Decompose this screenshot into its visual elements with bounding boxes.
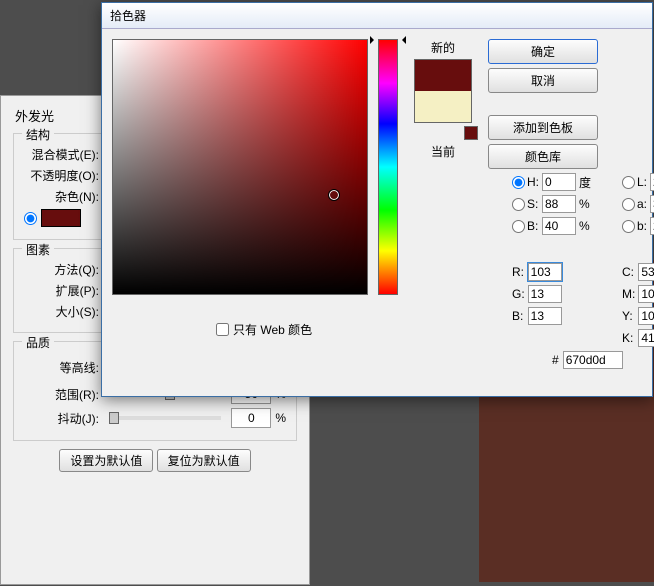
new-label: 新的	[431, 39, 455, 56]
b-input[interactable]	[542, 217, 576, 235]
deg-label: 度	[579, 174, 591, 191]
jitter-pct: %	[275, 411, 286, 425]
hue-arrow-icon	[372, 36, 404, 44]
reset-default-button[interactable]: 复位为默认值	[157, 449, 251, 472]
lab-b-radio[interactable]: b:	[622, 219, 647, 233]
jitter-input[interactable]	[231, 408, 271, 428]
color-lib-button[interactable]: 颜色库	[488, 144, 598, 169]
opacity-label: 不透明度(O):	[24, 167, 99, 184]
m-input[interactable]	[638, 285, 654, 303]
current-color-swatch	[415, 91, 471, 122]
web-only-label: 只有 Web 颜色	[233, 321, 312, 338]
hue-slider[interactable]	[378, 39, 398, 295]
b-radio[interactable]: B:	[512, 219, 539, 233]
y-input[interactable]	[638, 307, 654, 325]
add-swatch-button[interactable]: 添加到色板	[488, 115, 598, 140]
rgb-b-input[interactable]	[528, 307, 562, 325]
m-label: M:	[622, 287, 635, 301]
color-picker-dialog: 拾色器 新的 当前 确定 取消 添加到色板 颜色库 只有 Web 颜色 H: 度	[101, 2, 653, 397]
jitter-slider[interactable]	[109, 416, 221, 420]
k-label: K:	[622, 331, 635, 345]
g-input[interactable]	[528, 285, 562, 303]
contour-label: 等高线:	[24, 359, 99, 376]
noise-label: 杂色(N):	[24, 188, 99, 205]
group-title-quality: 品质	[22, 334, 54, 351]
dialog-title: 拾色器	[102, 3, 652, 29]
method-label: 方法(Q):	[24, 261, 99, 278]
new-color-swatch	[415, 60, 471, 91]
color-swatch[interactable]	[41, 209, 81, 227]
y-label: Y:	[622, 309, 635, 323]
r-input[interactable]	[528, 263, 562, 281]
c-input[interactable]	[638, 263, 654, 281]
websafe-swatch[interactable]	[464, 126, 478, 140]
h-input[interactable]	[542, 173, 576, 191]
s-input[interactable]	[542, 195, 576, 213]
a-radio[interactable]: a:	[622, 197, 647, 211]
l-input[interactable]	[650, 173, 654, 191]
group-title-structure: 结构	[22, 126, 54, 143]
pct-label: %	[579, 197, 591, 211]
s-radio[interactable]: S:	[512, 197, 539, 211]
jitter-label: 抖动(J):	[24, 410, 99, 427]
size-label: 大小(S):	[24, 303, 99, 320]
color-field[interactable]	[112, 39, 368, 295]
hex-label: #	[552, 353, 559, 367]
rgb-b-label: B:	[512, 309, 525, 323]
h-radio[interactable]: H:	[512, 175, 539, 189]
group-title-elements: 图素	[22, 241, 54, 258]
spread-label: 扩展(P):	[24, 282, 99, 299]
lab-b-input[interactable]	[650, 217, 654, 235]
color-radio[interactable]	[24, 212, 37, 225]
range-label: 范围(R):	[24, 386, 99, 403]
ok-button[interactable]: 确定	[488, 39, 598, 64]
hex-input[interactable]	[563, 351, 623, 369]
l-radio[interactable]: L:	[622, 175, 647, 189]
r-label: R:	[512, 265, 525, 279]
picker-cursor-icon	[329, 190, 339, 200]
g-label: G:	[512, 287, 525, 301]
pct-label2: %	[579, 219, 591, 233]
c-label: C:	[622, 265, 635, 279]
a-input[interactable]	[650, 195, 654, 213]
web-only-checkbox[interactable]	[216, 323, 229, 336]
k-input[interactable]	[638, 329, 654, 347]
cancel-button[interactable]: 取消	[488, 68, 598, 93]
color-preview	[414, 59, 472, 123]
set-default-button[interactable]: 设置为默认值	[59, 449, 153, 472]
blend-mode-label: 混合模式(E):	[24, 146, 99, 163]
current-label: 当前	[431, 143, 455, 160]
